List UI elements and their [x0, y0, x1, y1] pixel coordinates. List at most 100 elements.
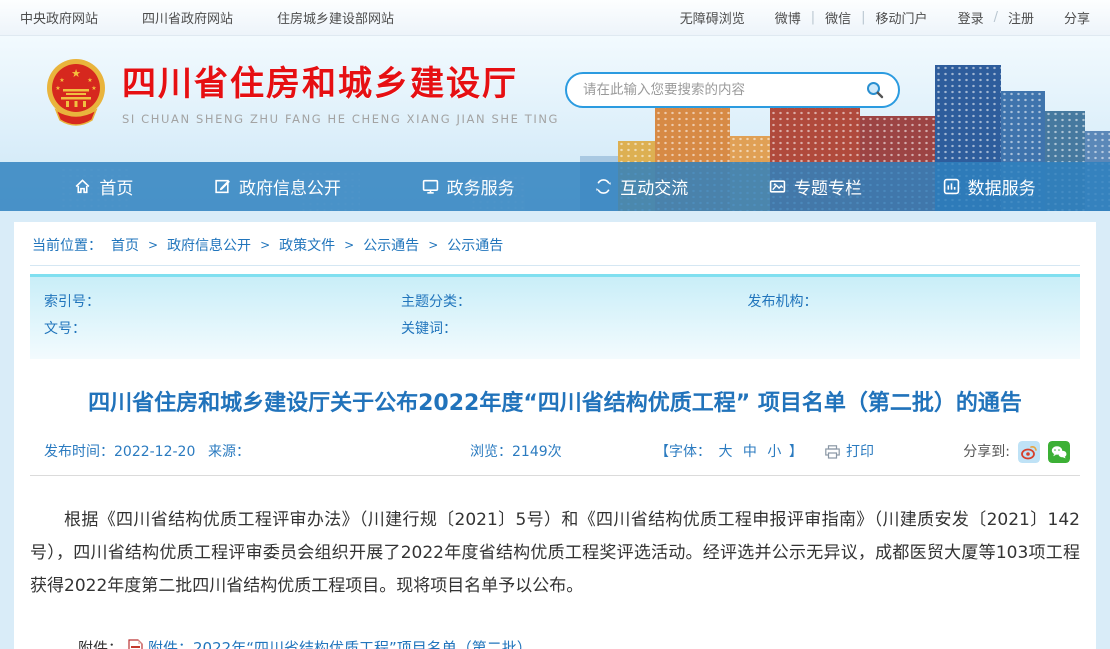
- wechat-link[interactable]: 微信: [825, 8, 851, 27]
- font-size-medium-button[interactable]: 中: [743, 444, 757, 460]
- meta-keywords: 关键词：: [387, 316, 734, 343]
- search-box: [565, 72, 900, 108]
- search-input[interactable]: [583, 82, 864, 98]
- site-title: 四川省住房和城乡建设厅: [122, 66, 559, 103]
- top-utility-bar: 中央政府网站 四川省政府网站 住房城乡建设部网站 无障碍浏览 微博 | 微信 |…: [0, 0, 1110, 36]
- breadcrumb-separator: >: [260, 238, 270, 252]
- breadcrumb-item-info-disclosure[interactable]: 政府信息公开: [167, 235, 251, 255]
- search-button[interactable]: [864, 79, 886, 101]
- weibo-share-icon[interactable]: [1018, 441, 1040, 463]
- national-emblem-icon: ★ ★ ★ ★ ★: [44, 58, 108, 130]
- link-mohurd[interactable]: 住房城乡建设部网站: [277, 8, 394, 27]
- nav-item-data-services[interactable]: 数据服务: [943, 174, 1036, 199]
- nav-label: 数据服务: [968, 174, 1036, 199]
- share-label: 分享到:: [963, 439, 1010, 465]
- topbar-left-links: 中央政府网站 四川省政府网站 住房城乡建设部网站: [20, 8, 394, 27]
- meta-index-number: 索引号：: [30, 289, 387, 316]
- content-panel: 当前位置： 首页 > 政府信息公开 > 政策文件 > 公示通告 > 公示通告 索…: [14, 222, 1096, 649]
- separator: |: [811, 10, 815, 25]
- publish-time: 发布时间：2022-12-20: [44, 439, 195, 465]
- breadcrumb-label: 当前位置：: [32, 235, 102, 255]
- site-header: ★ ★ ★ ★ ★ 四川省住房和城乡建设厅 SI CHUAN SHENG ZHU…: [0, 36, 1110, 162]
- info-disclosure-icon: [214, 178, 231, 195]
- main-nav: 首页 政府信息公开 政务服务 互动交流: [0, 162, 1110, 211]
- site-title-block: 四川省住房和城乡建设厅 SI CHUAN SHENG ZHU FANG HE C…: [122, 58, 559, 126]
- svg-text:★: ★: [87, 77, 92, 84]
- breadcrumb-item-notices[interactable]: 公示通告: [363, 235, 419, 255]
- article-body: 根据《四川省结构优质工程评审办法》（川建行规〔2021〕5号）和《四川省结构优质…: [30, 504, 1080, 603]
- article-meta-row: 发布时间：2022-12-20 来源： 浏览：2149次 【字体： 大 中 小 …: [30, 439, 1080, 465]
- weibo-link[interactable]: 微博: [775, 8, 801, 27]
- breadcrumb-separator: >: [428, 238, 438, 252]
- topbar-right-links: 无障碍浏览 微博 | 微信 | 移动门户 登录 / 注册 分享: [680, 8, 1090, 27]
- meta-issuing-agency: 发布机构：: [734, 289, 1081, 316]
- link-sichuan-gov[interactable]: 四川省政府网站: [142, 8, 233, 27]
- nav-label: 政府信息公开: [239, 174, 341, 199]
- site-subtitle-pinyin: SI CHUAN SHENG ZHU FANG HE CHENG XIANG J…: [122, 112, 559, 126]
- nav-item-topics[interactable]: 专题专栏: [769, 174, 862, 199]
- breadcrumb-item-notices-2[interactable]: 公示通告: [447, 235, 503, 255]
- login-link[interactable]: 登录: [958, 8, 984, 27]
- site-logo[interactable]: ★ ★ ★ ★ ★ 四川省住房和城乡建设厅 SI CHUAN SHENG ZHU…: [44, 58, 559, 130]
- topics-icon: [769, 178, 786, 195]
- nav-label: 首页: [99, 174, 133, 199]
- site-banner: ★ ★ ★ ★ ★ 四川省住房和城乡建设厅 SI CHUAN SHENG ZHU…: [0, 36, 1110, 211]
- font-suffix: 】: [789, 444, 803, 460]
- auth-group: 登录 / 注册: [958, 8, 1034, 27]
- attachment-link[interactable]: 附件：2022年“四川省结构优质工程”项目名单（第二批）: [148, 637, 532, 649]
- print-button[interactable]: 打印: [825, 439, 874, 465]
- interaction-icon: [595, 178, 612, 195]
- font-size-small-button[interactable]: 小: [767, 444, 781, 460]
- social-links-group: 微博 | 微信 | 移动门户: [775, 8, 928, 27]
- accessibility-link[interactable]: 无障碍浏览: [680, 8, 745, 27]
- meta-label: 主题分类：: [401, 294, 471, 310]
- meta-label: 文号：: [44, 321, 86, 337]
- breadcrumb-separator: >: [344, 238, 354, 252]
- source-label: 来源：: [208, 439, 250, 465]
- breadcrumb-item-home[interactable]: 首页: [111, 235, 139, 255]
- search-icon: [865, 80, 885, 100]
- meta-divider: [30, 475, 1080, 476]
- font-prefix: 【字体：: [655, 444, 711, 460]
- breadcrumb-separator: >: [148, 238, 158, 252]
- nav-item-home[interactable]: 首页: [74, 174, 133, 199]
- nav-label: 政务服务: [447, 174, 515, 199]
- font-size-large-button[interactable]: 大: [718, 444, 732, 460]
- meta-label: 关键词：: [401, 321, 457, 337]
- gov-services-icon: [422, 178, 439, 195]
- breadcrumb: 当前位置： 首页 > 政府信息公开 > 政策文件 > 公示通告 > 公示通告: [30, 222, 1080, 266]
- breadcrumb-item-policy-docs[interactable]: 政策文件: [279, 235, 335, 255]
- meta-label: 索引号：: [44, 294, 100, 310]
- svg-text:★: ★: [59, 77, 64, 84]
- nav-label: 互动交流: [620, 174, 688, 199]
- login-separator: /: [994, 10, 998, 25]
- svg-text:★: ★: [71, 67, 81, 80]
- svg-text:★: ★: [91, 85, 96, 92]
- meta-label: 发布机构：: [748, 294, 818, 310]
- wechat-share-icon[interactable]: [1048, 441, 1070, 463]
- link-central-gov[interactable]: 中央政府网站: [20, 8, 98, 27]
- separator: |: [861, 10, 865, 25]
- attachment-row: 附件： 附件：2022年“四川省结构优质工程”项目名单（第二批）: [30, 637, 1080, 649]
- font-size-control: 【字体： 大 中 小 】: [655, 439, 803, 465]
- home-icon: [74, 178, 91, 195]
- nav-item-gov-services[interactable]: 政务服务: [422, 174, 515, 199]
- nav-item-interaction[interactable]: 互动交流: [595, 174, 688, 199]
- svg-text:★: ★: [55, 85, 60, 92]
- nav-label: 专题专栏: [794, 174, 862, 199]
- register-link[interactable]: 注册: [1008, 8, 1034, 27]
- print-icon: [825, 445, 840, 459]
- attachment-label: 附件：: [78, 637, 123, 649]
- print-label: 打印: [846, 439, 874, 465]
- mobile-portal-link[interactable]: 移动门户: [876, 8, 928, 27]
- data-services-icon: [943, 178, 960, 195]
- pdf-file-icon: [128, 639, 143, 649]
- meta-topic-category: 主题分类：: [387, 289, 734, 316]
- document-meta-box: 索引号： 主题分类： 发布机构： 文号： 关键词：: [30, 274, 1080, 359]
- meta-empty-cell: [734, 316, 1081, 343]
- view-count: 浏览：2149次: [470, 439, 562, 465]
- share-bar: 分享到:: [963, 439, 1070, 465]
- share-link[interactable]: 分享: [1064, 8, 1090, 27]
- nav-item-info-disclosure[interactable]: 政府信息公开: [214, 174, 341, 199]
- article-title: 四川省住房和城乡建设厅关于公布2022年度“四川省结构优质工程” 项目名单（第二…: [30, 385, 1080, 417]
